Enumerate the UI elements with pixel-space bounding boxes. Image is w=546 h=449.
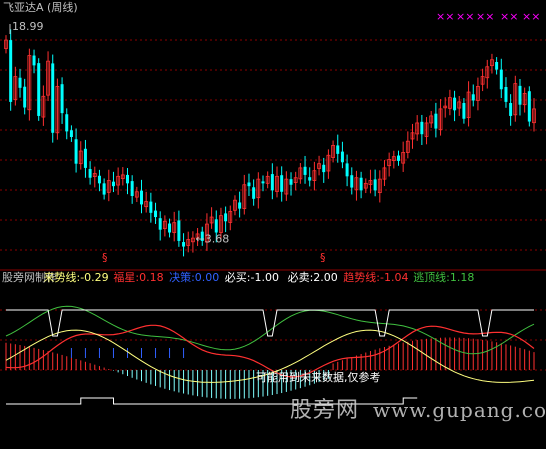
candle-body-down — [177, 220, 181, 241]
legend-item: 必卖:2.00 — [287, 271, 338, 284]
candle-body-down — [499, 69, 503, 90]
candle-body-down — [270, 174, 274, 191]
candle-body-down — [336, 145, 340, 154]
candle-body-down — [261, 181, 265, 184]
candle-body-down — [340, 151, 344, 163]
candle-body-down — [350, 175, 354, 188]
watermark-url: www.gupang.com — [373, 398, 546, 422]
candle-body-down — [247, 182, 251, 187]
candle-body-down — [65, 114, 69, 132]
candle-body-down — [83, 148, 87, 168]
legend-item: 来势线:-0.29 — [43, 271, 109, 284]
candle-body-down — [303, 166, 307, 175]
candle-body-down — [130, 181, 134, 196]
top-markers: ×× ×× ×× ×× ×× — [436, 10, 540, 23]
candle-body-down — [97, 175, 101, 184]
candle-body-down — [396, 155, 400, 161]
legend-item: 决策:0.00 — [169, 271, 220, 284]
candle-body-down — [158, 218, 162, 230]
candle-body-down — [154, 210, 158, 218]
security-title: 飞亚达A (周线) — [3, 1, 78, 14]
candle-body-down — [527, 91, 531, 122]
candle-body-down — [23, 86, 27, 108]
candle-body-down — [509, 103, 513, 116]
candle-body-down — [125, 174, 129, 184]
candle-body-down — [280, 175, 284, 192]
top-signal-mark: ×× — [522, 10, 540, 23]
high-price-label: 18.99 — [12, 20, 44, 33]
top-signal-mark: ×× — [476, 10, 494, 23]
candle-body-down — [32, 55, 36, 66]
candle-body-down — [88, 169, 92, 178]
candle-body-down — [102, 183, 106, 195]
candle-body-down — [420, 121, 424, 135]
candle-body-down — [224, 213, 228, 222]
candle-body-down — [74, 139, 78, 164]
candle-body-down — [359, 177, 363, 191]
candlestick-series — [4, 29, 536, 257]
candle-body-down — [471, 94, 475, 101]
watermark-cn: 股旁网 — [290, 398, 360, 423]
oscillator-histogram — [5, 337, 535, 399]
watermark: 股旁网 www.gupang.com — [290, 392, 546, 424]
candle-body-down — [69, 130, 73, 137]
candle-body-down — [238, 202, 242, 209]
candle-body-down — [495, 62, 499, 70]
candle-body-down — [504, 87, 508, 102]
legend-item: 福星:0.18 — [113, 271, 164, 284]
candle-body-down — [168, 223, 172, 233]
candle-body-down — [373, 179, 377, 191]
upper-grid — [0, 39, 546, 251]
bottom-signal-mark: § — [102, 251, 108, 264]
candle-body-down — [60, 84, 64, 114]
candle-body-down — [37, 63, 41, 116]
candle-body-down — [140, 190, 144, 205]
bottom-signal-mark: § — [320, 251, 326, 264]
candle-body-down — [462, 103, 466, 119]
candle-body-down — [453, 97, 457, 111]
candle-body-down — [51, 63, 55, 133]
candle-body-down — [434, 113, 438, 129]
candle-body-down — [18, 77, 22, 88]
candle-body-down — [214, 219, 218, 233]
candle-body-down — [252, 187, 256, 199]
candle-body-down — [182, 242, 186, 247]
candle-body-down — [149, 201, 153, 213]
future-data-note: 可能用到未来数据,仅参考 — [256, 371, 381, 384]
candle-body-down — [289, 179, 293, 185]
buy-sell-signal-line — [6, 309, 534, 337]
legend-item: 逃顶线:1.18 — [413, 271, 475, 284]
candle-body-down — [345, 163, 349, 177]
candle-body-down — [518, 85, 522, 105]
candle-body-down — [9, 40, 13, 102]
chart-root[interactable]: ×× ×× ×× ×× ×× 18.99 ←3.68 § § 飞亚达A (周线) 股旁网制作来… — [0, 0, 546, 446]
top-signal-mark: ×× — [436, 10, 454, 23]
legend-item: 趋势线:-1.04 — [343, 271, 409, 284]
upper-labels: 18.99 ←3.68 § § — [9, 20, 326, 264]
legend-item: 必买:-1.00 — [224, 271, 279, 284]
low-price-label: ←3.68 — [196, 233, 230, 246]
candle-body-down — [322, 164, 326, 173]
candle-body-down — [111, 181, 115, 187]
top-signal-mark: ×× — [456, 10, 474, 23]
candle-body-down — [308, 177, 312, 181]
top-signal-mark: ×× — [500, 10, 518, 23]
